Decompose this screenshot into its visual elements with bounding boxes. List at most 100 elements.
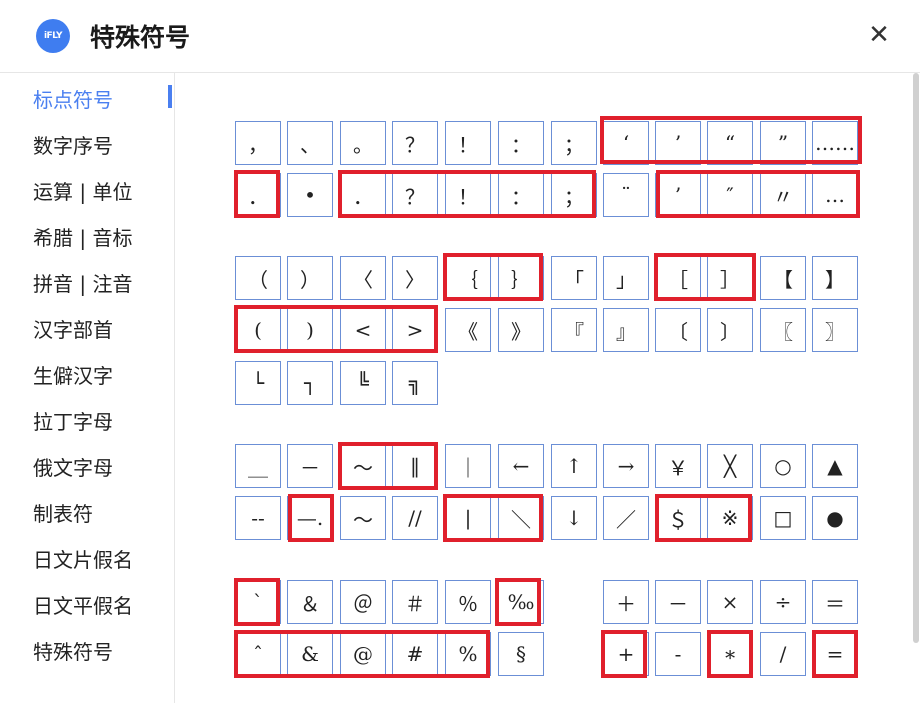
symbol-key[interactable]: ： bbox=[498, 173, 544, 217]
symbol-key[interactable]: ∗ bbox=[707, 632, 753, 676]
symbol-key[interactable]: 〈 bbox=[340, 256, 386, 300]
symbol-key[interactable]: ｛ bbox=[445, 256, 491, 300]
scrollbar[interactable] bbox=[913, 73, 919, 643]
symbol-key[interactable]: ˆ bbox=[235, 632, 281, 676]
symbol-key[interactable]: ’ bbox=[655, 173, 701, 217]
symbol-key[interactable]: ！ bbox=[445, 173, 491, 217]
symbol-key[interactable]: -- bbox=[235, 496, 281, 540]
sidebar-item-8[interactable]: 拉丁字母 bbox=[33, 406, 113, 435]
symbol-key[interactable]: ‰ bbox=[498, 580, 544, 624]
symbol-key[interactable]: ` bbox=[235, 580, 281, 624]
symbol-key[interactable]: ～ bbox=[340, 444, 386, 488]
sidebar-item-4[interactable]: 希腊 | 音标 bbox=[33, 222, 132, 251]
symbol-key[interactable]: @ bbox=[340, 632, 386, 676]
symbol-key[interactable]: 〃 bbox=[760, 173, 806, 217]
symbol-key[interactable]: % bbox=[445, 632, 491, 676]
sidebar-item-5[interactable]: 拼音 | 注音 bbox=[33, 268, 132, 297]
symbol-key[interactable]: ‘ bbox=[603, 121, 649, 165]
symbol-key[interactable]: 〖 bbox=[760, 308, 806, 352]
symbol-key[interactable]: － bbox=[655, 580, 701, 624]
symbol-key[interactable]: ｝ bbox=[498, 256, 544, 300]
symbol-key[interactable]: ＆ bbox=[287, 580, 333, 624]
symbol-key[interactable]: ″ bbox=[707, 173, 753, 217]
symbol-key[interactable]: ¨ bbox=[603, 173, 649, 217]
symbol-key[interactable]: 』 bbox=[603, 308, 649, 352]
sidebar-item-9[interactable]: 俄文字母 bbox=[33, 452, 113, 481]
symbol-key[interactable]: / bbox=[760, 632, 806, 676]
symbol-key[interactable]: 【 bbox=[760, 256, 806, 300]
symbol-key[interactable]: ； bbox=[551, 173, 597, 217]
symbol-key[interactable]: ； bbox=[551, 121, 597, 165]
symbol-key[interactable]: （ bbox=[235, 256, 281, 300]
symbol-key[interactable]: ＿ bbox=[235, 444, 281, 488]
sidebar-item-11[interactable]: 日文片假名 bbox=[33, 544, 133, 573]
symbol-key[interactable]: 〔 bbox=[655, 308, 701, 352]
symbol-key[interactable]: …… bbox=[812, 121, 858, 165]
symbol-key[interactable]: 》 bbox=[498, 308, 544, 352]
symbol-key[interactable]: 『 bbox=[551, 308, 597, 352]
symbol-key[interactable]: ＝ bbox=[812, 580, 858, 624]
symbol-key[interactable]: ← bbox=[498, 444, 544, 488]
symbol-key[interactable]: × bbox=[707, 580, 753, 624]
symbol-key[interactable]: = bbox=[812, 632, 858, 676]
symbol-key[interactable]: 〕 bbox=[707, 308, 753, 352]
symbol-key[interactable]: ÷ bbox=[760, 580, 806, 624]
symbol-key[interactable]: 、 bbox=[287, 121, 333, 165]
symbol-key[interactable]: ＃ bbox=[392, 580, 438, 624]
symbol-key[interactable]: “ bbox=[707, 121, 753, 165]
symbol-key[interactable]: ？ bbox=[392, 173, 438, 217]
symbol-key[interactable]: … bbox=[812, 173, 858, 217]
symbol-key[interactable]: 「 bbox=[551, 256, 597, 300]
symbol-key[interactable]: ！ bbox=[445, 121, 491, 165]
symbol-key[interactable]: | bbox=[445, 496, 491, 540]
symbol-key[interactable]: ￥ bbox=[655, 444, 701, 488]
symbol-key[interactable]: □ bbox=[760, 496, 806, 540]
symbol-key[interactable]: ？ bbox=[392, 121, 438, 165]
symbol-key[interactable]: 。 bbox=[340, 121, 386, 165]
symbol-key[interactable]: - bbox=[655, 632, 701, 676]
symbol-key[interactable]: ＠ bbox=[340, 580, 386, 624]
symbol-key[interactable]: —. bbox=[287, 496, 333, 540]
symbol-key[interactable]: ： bbox=[498, 121, 544, 165]
symbol-key[interactable]: ． bbox=[235, 173, 281, 217]
symbol-key[interactable]: # bbox=[392, 632, 438, 676]
symbol-key[interactable]: § bbox=[498, 632, 544, 676]
sidebar-item-13[interactable]: 特殊符号 bbox=[33, 636, 113, 665]
sidebar-item-7[interactable]: 生僻汉字 bbox=[33, 360, 113, 389]
symbol-key[interactable]: ／ bbox=[603, 496, 649, 540]
symbol-key[interactable]: ＋ bbox=[603, 580, 649, 624]
sidebar-item-12[interactable]: 日文平假名 bbox=[33, 590, 133, 619]
symbol-key[interactable]: ╚ bbox=[340, 361, 386, 405]
symbol-key[interactable]: ↑ bbox=[551, 444, 597, 488]
symbol-key[interactable]: ＼ bbox=[498, 496, 544, 540]
symbol-key[interactable]: ． bbox=[340, 173, 386, 217]
symbol-key[interactable]: // bbox=[392, 496, 438, 540]
symbol-key[interactable]: ▲ bbox=[812, 444, 858, 488]
symbol-key[interactable]: ’ bbox=[655, 121, 701, 165]
symbol-key[interactable]: 〗 bbox=[812, 308, 858, 352]
symbol-key[interactable]: → bbox=[603, 444, 649, 488]
symbol-key[interactable]: ╗ bbox=[392, 361, 438, 405]
symbol-key[interactable]: ) bbox=[287, 308, 333, 352]
symbol-key[interactable]: ％ bbox=[445, 580, 491, 624]
sidebar-item-2[interactable]: 数字序号 bbox=[33, 130, 113, 159]
symbol-key[interactable]: < bbox=[340, 308, 386, 352]
symbol-key[interactable]: ┐ bbox=[287, 361, 333, 405]
symbol-key[interactable]: ‖ bbox=[392, 444, 438, 488]
sidebar-item-3[interactable]: 运算 | 单位 bbox=[33, 176, 132, 205]
symbol-key[interactable]: ※ bbox=[707, 496, 753, 540]
symbol-key[interactable]: 】 bbox=[812, 256, 858, 300]
symbol-key[interactable]: ╳ bbox=[707, 444, 753, 488]
symbol-key[interactable]: • bbox=[287, 173, 333, 217]
close-icon[interactable]: ✕ bbox=[866, 22, 892, 48]
symbol-key[interactable]: 」 bbox=[603, 256, 649, 300]
symbol-key[interactable]: + bbox=[603, 632, 649, 676]
symbol-key[interactable]: 〜 bbox=[340, 496, 386, 540]
symbol-key[interactable]: ， bbox=[235, 121, 281, 165]
symbol-key[interactable]: ＄ bbox=[655, 496, 701, 540]
symbol-key[interactable]: ( bbox=[235, 308, 281, 352]
sidebar-item-6[interactable]: 汉字部首 bbox=[33, 314, 113, 343]
symbol-key[interactable]: ］ bbox=[707, 256, 753, 300]
symbol-key[interactable]: ｜ bbox=[445, 444, 491, 488]
symbol-key[interactable]: － bbox=[287, 444, 333, 488]
